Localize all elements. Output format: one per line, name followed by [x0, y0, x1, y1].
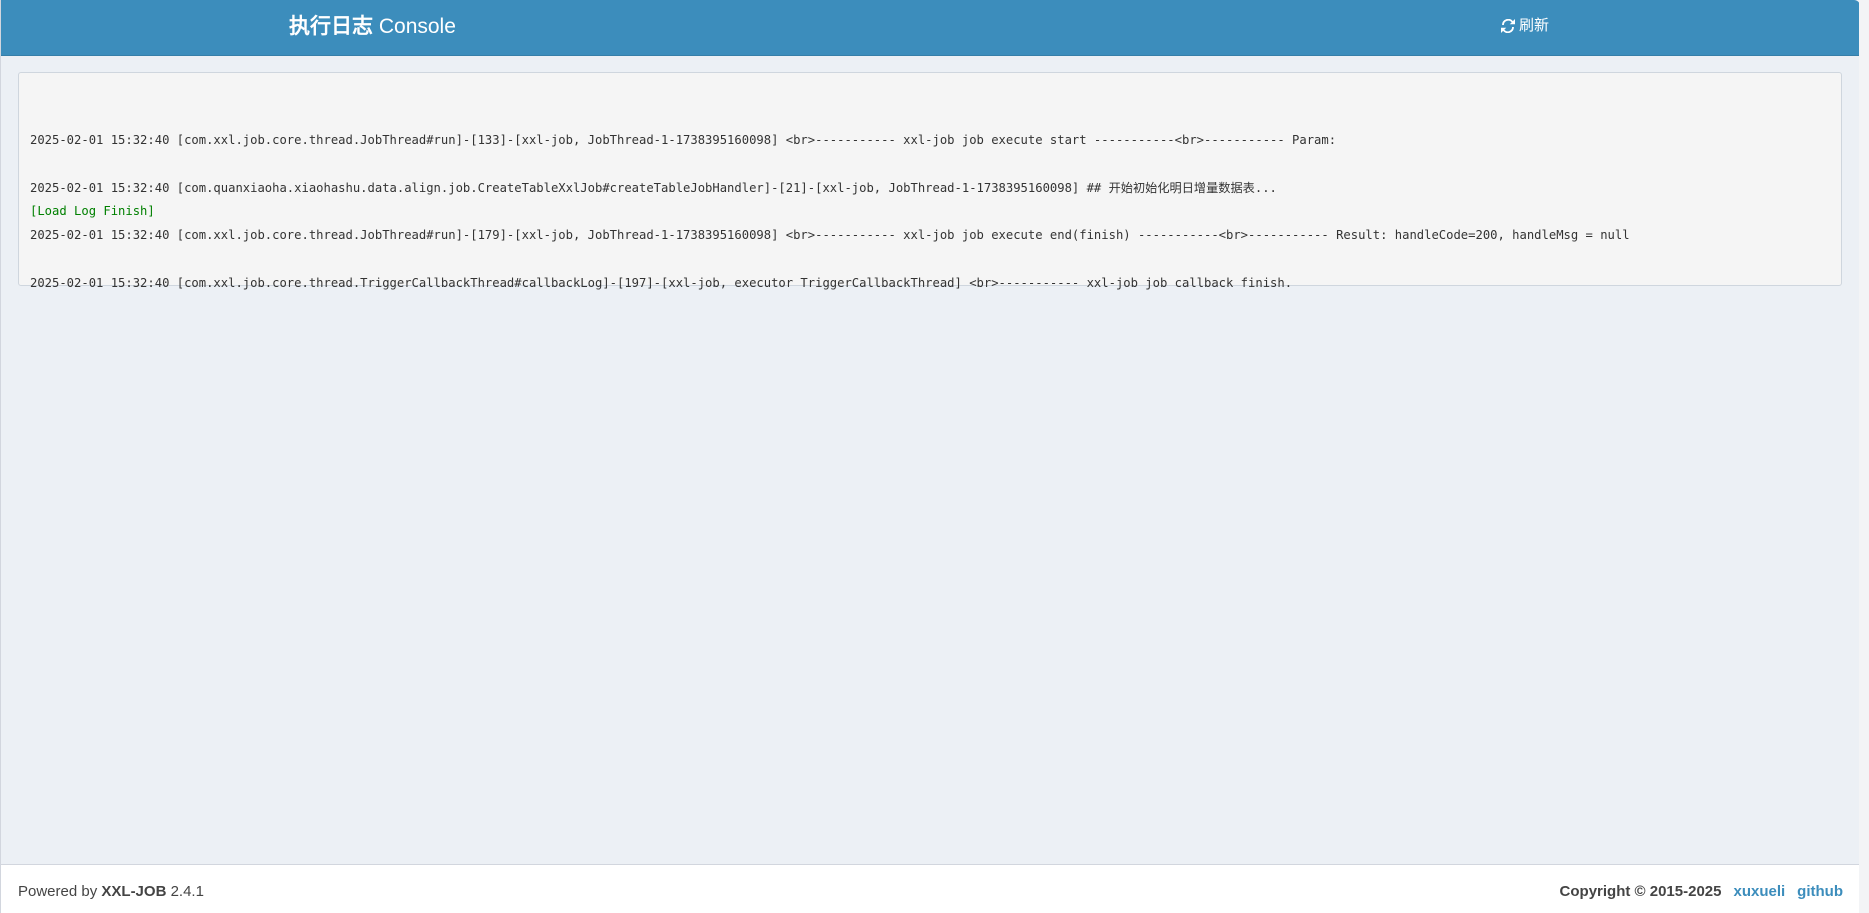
refresh-icon: [1501, 19, 1515, 33]
log-lines: 2025-02-01 15:32:40 [com.xxl.job.core.th…: [30, 103, 1630, 321]
log-line: 2025-02-01 15:32:40 [com.xxl.job.core.th…: [30, 228, 1630, 242]
page-title-strong: 执行日志: [289, 15, 373, 38]
version-label: 2.4.1: [170, 883, 204, 900]
header-bar: 执行日志 Console 刷新: [1, 0, 1860, 56]
footer-links: Copyright © 2015-2025 xuxueli github: [1560, 883, 1843, 901]
console-page: 执行日志 Console 刷新 2025-02-01 15:32:40 [com…: [0, 0, 1860, 913]
log-console[interactable]: 2025-02-01 15:32:40 [com.xxl.job.core.th…: [18, 72, 1842, 290]
refresh-label: 刷新: [1519, 17, 1550, 34]
footer: Powered by XXL-JOB 2.4.1 Copyright © 201…: [1, 864, 1860, 913]
refresh-button[interactable]: 刷新: [1501, 16, 1549, 36]
viewport: 执行日志 Console 刷新 2025-02-01 15:32:40 [com…: [0, 0, 1869, 913]
log-line: 2025-02-01 15:32:40 [com.quanxiaoha.xiao…: [30, 180, 1277, 195]
footer-powered-by: Powered by XXL-JOB 2.4.1: [18, 883, 204, 901]
log-line: 2025-02-01 15:32:40 [com.xxl.job.core.th…: [30, 275, 1293, 290]
brand-name: XXL-JOB: [101, 883, 167, 900]
log-line: 2025-02-01 15:32:40 [com.xxl.job.core.th…: [30, 133, 1337, 147]
copyright-text: Copyright © 2015-2025: [1559, 883, 1722, 900]
author-link[interactable]: xuxueli: [1733, 883, 1785, 901]
log-finish-status: [Load Log Finish]: [30, 204, 155, 218]
github-link[interactable]: github: [1797, 883, 1843, 901]
powered-prefix: Powered by: [18, 883, 98, 900]
page-title-console: Console: [378, 15, 456, 38]
page-title: 执行日志 Console: [289, 14, 456, 40]
window-edge: [1859, 0, 1869, 913]
